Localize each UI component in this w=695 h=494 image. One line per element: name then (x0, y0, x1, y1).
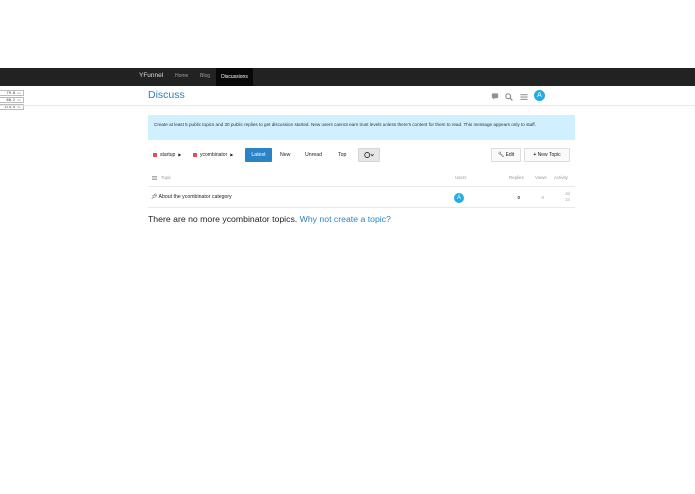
header-divider (148, 186, 575, 187)
site-header: Discuss A (0, 86, 695, 106)
replies-count[interactable]: 0 (512, 195, 520, 200)
column-header-topic[interactable]: Topic (161, 175, 171, 180)
brand-link[interactable]: YFunnel (139, 72, 163, 79)
chat-bubble-icon[interactable] (491, 93, 499, 101)
category-color-swatch (193, 152, 197, 157)
column-header-views[interactable]: Views (535, 175, 547, 180)
notification-level-button[interactable] (358, 148, 380, 162)
list-icon (152, 176, 157, 180)
tab-unread[interactable]: Unread (305, 148, 322, 162)
new-topic-label: New Topic (537, 152, 561, 158)
category-dropdown-startup[interactable]: startup ▶ (153, 148, 181, 161)
row-divider (148, 207, 575, 208)
pin-icon: 📌︎ (151, 194, 158, 200)
notification-circle-icon (364, 152, 374, 158)
views-count: 0 (541, 195, 544, 200)
activity-date[interactable]: Jul 24 (556, 191, 570, 202)
footer-text: There are no more ycombinator topics. (148, 214, 298, 224)
top-navbar: YFunnel Home Blog Discussions (0, 68, 695, 86)
category-label: ycombinator (200, 151, 228, 158)
tab-latest[interactable]: Latest (245, 148, 272, 162)
edit-label: Edit (505, 152, 515, 158)
tab-new[interactable]: New (280, 148, 290, 162)
create-topic-link[interactable]: Why not create a topic? (300, 214, 391, 224)
site-title[interactable]: Discuss (148, 89, 185, 101)
user-avatar[interactable]: A (534, 90, 545, 101)
new-topic-button[interactable]: + New Topic (524, 148, 570, 162)
nav-link-home[interactable]: Home (175, 73, 188, 79)
column-header-activity[interactable]: Activity (554, 175, 568, 180)
poster-avatar[interactable]: A (454, 193, 464, 203)
notice-text: Create at least 5 public topics and 30 p… (154, 122, 536, 127)
category-dropdown-ycombinator[interactable]: ycombinator ▶ (193, 148, 233, 161)
caret-right-icon: ▶ (178, 152, 182, 157)
activity-month: Jul (564, 191, 570, 196)
wrench-icon: 🔧︎ (497, 152, 505, 158)
topic-title-link[interactable]: 📌︎ About the ycombinator category (151, 194, 232, 200)
caret-right-icon: ▶ (230, 152, 234, 157)
search-icon[interactable] (505, 93, 513, 101)
tab-top[interactable]: Top (338, 148, 346, 162)
staff-notice: Create at least 5 public topics and 30 p… (148, 115, 575, 140)
nav-link-blog[interactable]: Blog (200, 73, 210, 79)
topic-title: About the ycombinator category (158, 194, 232, 200)
category-label: startup (160, 151, 176, 158)
nav-link-discussions[interactable]: Discussions (216, 68, 253, 86)
column-header-users: Users (455, 175, 467, 180)
plus-icon: + (533, 152, 537, 158)
activity-day: 24 (565, 196, 570, 202)
hamburger-menu-icon[interactable] (520, 93, 528, 101)
edit-category-button[interactable]: 🔧︎ Edit (491, 148, 521, 162)
no-more-topics-message: There are no more ycombinator topics. Wh… (148, 214, 391, 224)
column-header-replies[interactable]: Replies (509, 175, 524, 180)
category-color-swatch (153, 152, 157, 157)
